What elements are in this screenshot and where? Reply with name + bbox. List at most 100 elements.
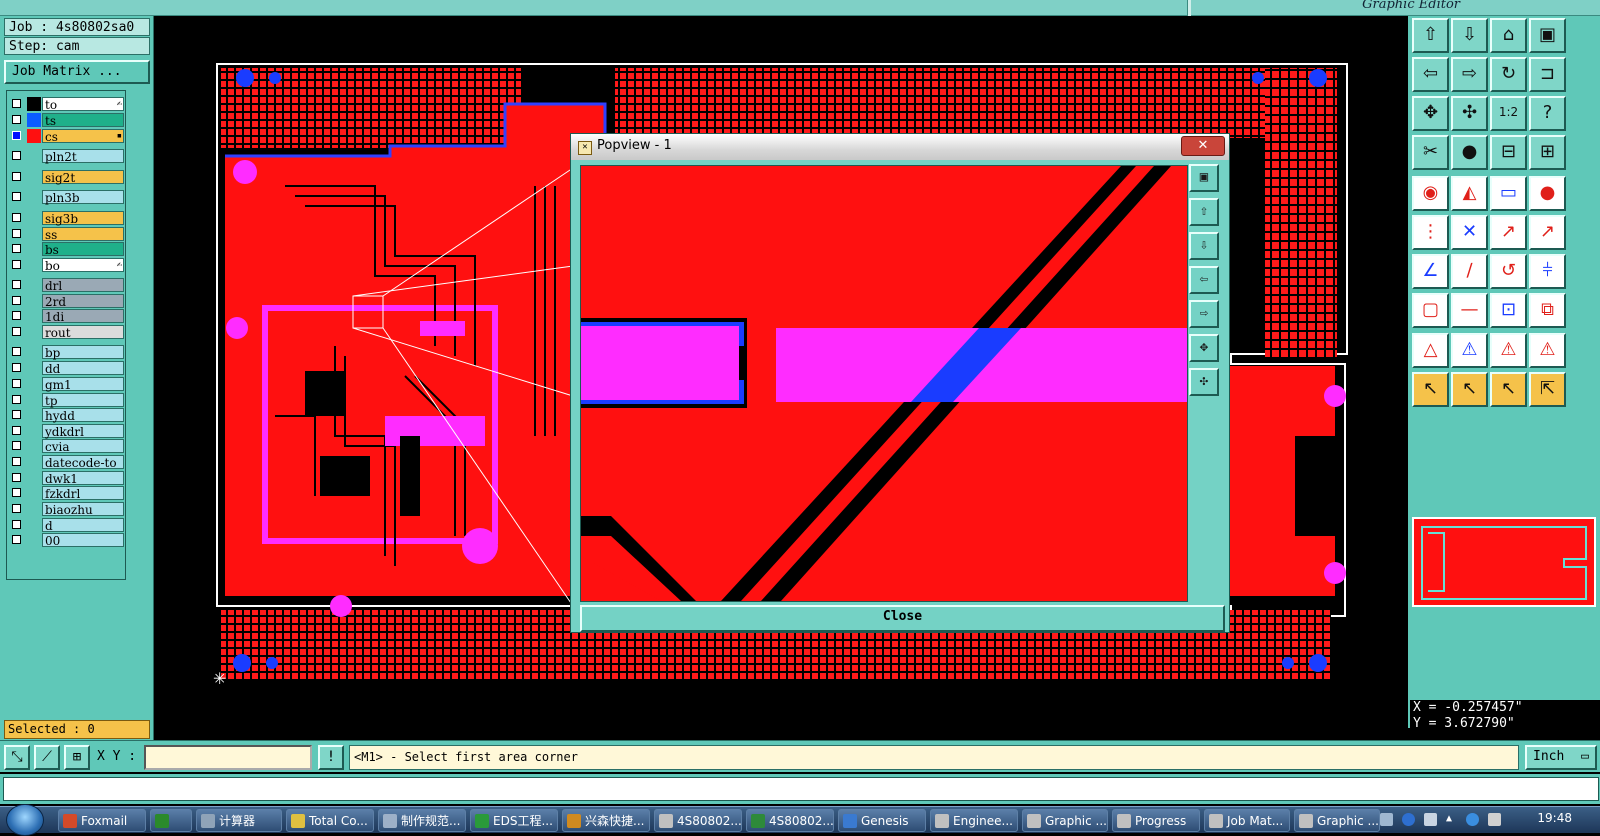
layer-checkbox[interactable]	[12, 213, 21, 222]
layer-row-datecode-to[interactable]: datecode-to	[9, 455, 125, 470]
alert-button[interactable]: !	[318, 745, 344, 770]
layer-name[interactable]: cs	[42, 129, 124, 144]
layer-checkbox[interactable]	[12, 410, 21, 419]
line2-icon[interactable]: ↗	[1529, 215, 1566, 250]
taskbar-item[interactable]: Progress	[1112, 809, 1200, 832]
layer-checkbox[interactable]	[12, 426, 21, 435]
minus-icon[interactable]: —	[1451, 293, 1488, 328]
layer-row-fzkdrl[interactable]: fzkdrl	[9, 486, 125, 501]
measure-button[interactable]: ⟋	[34, 745, 60, 770]
page-up-icon[interactable]: ⇧	[1189, 198, 1219, 226]
layer-color-swatch[interactable]	[27, 97, 41, 111]
warning-a-icon[interactable]: △	[1412, 333, 1449, 368]
job-matrix-button[interactable]: Job Matrix ...	[4, 60, 150, 84]
pin-icon[interactable]: ◉	[1412, 176, 1449, 211]
layer-checkbox[interactable]	[12, 327, 21, 336]
layer-name[interactable]: fzkdrl	[42, 486, 124, 501]
layer-row-ss[interactable]: ss	[9, 227, 125, 242]
taskbar-item[interactable]: 兴森快捷...	[562, 809, 650, 832]
zoom-center-icon[interactable]: ✣	[1451, 96, 1488, 131]
diag-icon[interactable]: ∠	[1412, 254, 1449, 289]
layer-row-drl[interactable]: drl	[9, 278, 125, 293]
xy-input[interactable]	[144, 745, 312, 770]
pan-down-icon[interactable]: ⇩	[1451, 18, 1488, 53]
taskbar-item[interactable]: Total Co...	[286, 809, 374, 832]
layer-checkbox[interactable]	[12, 280, 21, 289]
draw-icon[interactable]: ◭	[1451, 176, 1488, 211]
warning-b-icon[interactable]: ⚠	[1451, 333, 1488, 368]
pad-icon[interactable]: ●	[1451, 135, 1488, 170]
layer-checkbox[interactable]	[12, 244, 21, 253]
layer-checkbox[interactable]	[12, 172, 21, 181]
layer-row-cs[interactable]: cs ▪	[9, 129, 125, 144]
layer-name[interactable]: tp	[42, 393, 124, 408]
taskbar-item[interactable]: Job Mat...	[1204, 809, 1290, 832]
chevron-up-icon[interactable]: ▲	[1446, 813, 1459, 826]
taskbar-item[interactable]: Graphic ...	[1294, 809, 1380, 832]
layer-row-bs[interactable]: bs	[9, 242, 125, 257]
layer-name[interactable]: dd	[42, 361, 124, 376]
layer-name[interactable]: 00	[42, 533, 124, 548]
page-right-icon[interactable]: ⇨	[1189, 300, 1219, 328]
layer-checkbox[interactable]	[12, 535, 21, 544]
help-icon[interactable]	[1402, 813, 1415, 826]
taskbar-item[interactable]: Graphic ...	[1022, 809, 1108, 832]
layer-name[interactable]: bs	[42, 242, 124, 257]
zoom-home-icon[interactable]: ✥	[1189, 334, 1219, 362]
warning-d-icon[interactable]: ⚠	[1529, 333, 1566, 368]
window-icon[interactable]: ▣	[1529, 18, 1566, 53]
mirror-icon[interactable]: ⫩	[1529, 254, 1566, 289]
layer-checkbox[interactable]	[12, 504, 21, 513]
grid-button[interactable]: ⊞	[64, 745, 90, 770]
layer-row-to[interactable]: to ✍	[9, 97, 125, 112]
layer-row-ydkdrl[interactable]: ydkdrl	[9, 424, 125, 439]
layer-row-pln3b[interactable]: pln3b	[9, 190, 125, 205]
pan-up-icon[interactable]: ⇧	[1412, 18, 1449, 53]
cursor-multi-icon[interactable]: ⇱	[1529, 372, 1566, 407]
x-icon[interactable]: ✕	[1451, 215, 1488, 250]
layer-name[interactable]: gm1	[42, 377, 124, 392]
layer-checkbox[interactable]	[12, 192, 21, 201]
cursor-sel-icon[interactable]: ↖	[1490, 372, 1527, 407]
pan-right-icon[interactable]: ⇨	[1451, 57, 1488, 92]
board-minimap[interactable]	[1412, 517, 1596, 607]
layer-checkbox[interactable]	[12, 363, 21, 372]
shield-icon[interactable]	[1466, 813, 1479, 826]
zoom-area-button[interactable]: ⤡	[4, 745, 30, 770]
warning-c-icon[interactable]: ⚠	[1490, 333, 1527, 368]
layer-name[interactable]: rout	[42, 325, 124, 340]
start-button[interactable]	[6, 804, 44, 836]
layer-name[interactable]: pln2t	[42, 149, 124, 164]
layer-name[interactable]: datecode-to	[42, 455, 124, 470]
layer-name[interactable]: cvia	[42, 439, 124, 454]
unit-select[interactable]: Inch ▭	[1525, 745, 1597, 770]
layer-icon[interactable]: ⊞	[1529, 135, 1566, 170]
layer-name[interactable]: d	[42, 518, 124, 533]
box-icon[interactable]: ▢	[1412, 293, 1449, 328]
taskbar-item[interactable]: EDS工程...	[470, 809, 558, 832]
layer-row-dwk1[interactable]: dwk1	[9, 471, 125, 486]
layer-row-2rd[interactable]: 2rd	[9, 294, 125, 309]
ruler-icon[interactable]: ▭	[1490, 176, 1527, 211]
layer-name[interactable]: sig2t	[42, 170, 124, 185]
rotate-icon[interactable]: ↺	[1490, 254, 1527, 289]
layer-color-swatch[interactable]	[27, 113, 41, 127]
layer-row-00[interactable]: 00	[9, 533, 125, 548]
layer-name[interactable]: 2rd	[42, 294, 124, 309]
taskbar-item[interactable]	[150, 809, 192, 832]
line-icon[interactable]: ↗	[1490, 215, 1527, 250]
layer-row-bp[interactable]: bp	[9, 345, 125, 360]
snap-icon[interactable]: ⊐	[1529, 57, 1566, 92]
layer-name[interactable]: dwk1	[42, 471, 124, 486]
page-down-icon[interactable]: ⇩	[1189, 232, 1219, 260]
net-icon[interactable]: ⊟	[1490, 135, 1527, 170]
zoom-center-icon[interactable]: ✣	[1189, 368, 1219, 396]
layer-row-hydd[interactable]: hydd	[9, 408, 125, 423]
taskbar-item[interactable]: 4S80802...	[746, 809, 834, 832]
diag2-icon[interactable]: ∕	[1451, 254, 1488, 289]
zoom-fit-icon[interactable]: ▣	[1189, 164, 1219, 192]
layer-row-d[interactable]: d	[9, 518, 125, 533]
layer-name[interactable]: bp	[42, 345, 124, 360]
layer-row-sig2t[interactable]: sig2t	[9, 170, 125, 185]
popview-close-icon[interactable]: ✕	[1181, 136, 1225, 156]
